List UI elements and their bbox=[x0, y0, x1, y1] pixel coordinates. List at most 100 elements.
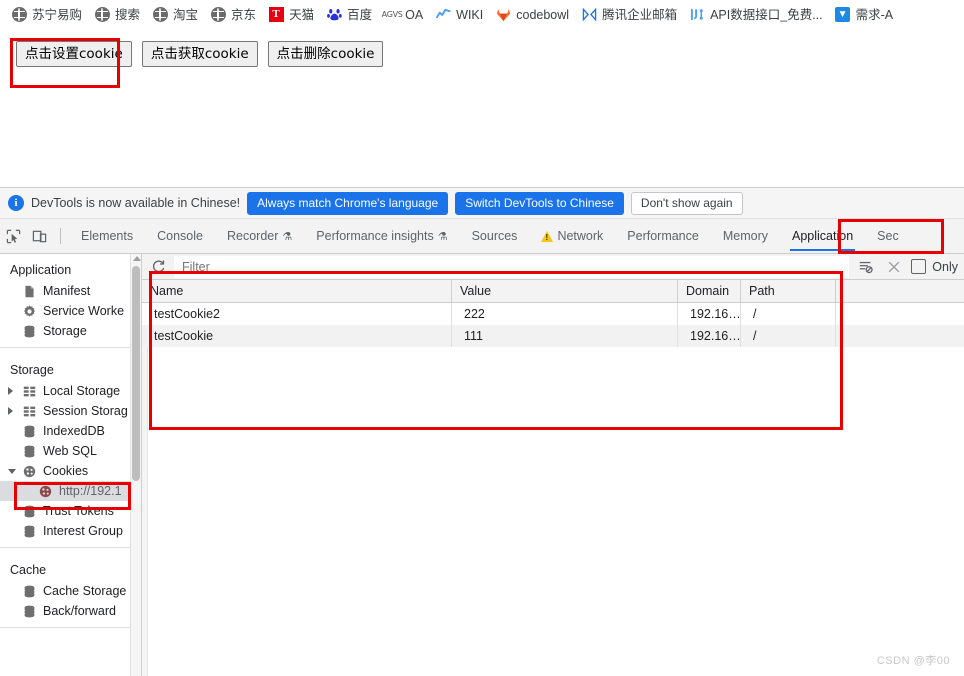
devtools-tab-bar: Elements Console Recorder ⚗ Performance … bbox=[0, 219, 964, 254]
bookmark-search[interactable]: 搜索 bbox=[89, 4, 145, 26]
refresh-icon[interactable] bbox=[148, 257, 168, 277]
sidebar-item-cookie-origin[interactable]: http://192.1 bbox=[0, 481, 141, 501]
column-header-name[interactable]: Name bbox=[142, 280, 452, 302]
chevron-right-icon[interactable] bbox=[8, 407, 13, 415]
devtools-panel: i DevTools is now available in Chinese! … bbox=[0, 187, 964, 676]
tab-application[interactable]: Application bbox=[780, 219, 865, 253]
agvs-icon: AGVS bbox=[381, 9, 403, 19]
sidebar-item-cookies[interactable]: Cookies bbox=[0, 461, 141, 481]
document-icon bbox=[22, 284, 37, 299]
dont-show-again-button[interactable]: Don't show again bbox=[630, 191, 743, 215]
sidebar-item-local-storage[interactable]: Local Storage bbox=[0, 381, 141, 401]
sidebar-item-back-forward-cache[interactable]: Back/forward bbox=[0, 601, 141, 621]
sidebar-item-trust-tokens[interactable]: Trust Tokens bbox=[0, 501, 141, 521]
cookie-icon bbox=[38, 484, 53, 499]
tab-performance-insights[interactable]: Performance insights ⚗ bbox=[304, 219, 459, 253]
bookmark-jd[interactable]: 京东 bbox=[205, 4, 261, 26]
tab-network[interactable]: Network bbox=[529, 219, 615, 253]
bookmark-codebowl[interactable]: codebowl bbox=[490, 4, 574, 26]
globe-icon bbox=[210, 7, 226, 23]
bookmark-tencent-mail[interactable]: 腾讯企业邮箱 bbox=[576, 4, 682, 26]
inspect-cursor-icon[interactable] bbox=[0, 223, 26, 249]
flask-icon: ⚗ bbox=[282, 230, 293, 243]
sidebar-item-label: Storage bbox=[43, 324, 87, 338]
cookie-icon bbox=[22, 464, 37, 479]
sidebar-scrollbar[interactable] bbox=[130, 254, 141, 676]
gear-icon bbox=[22, 304, 37, 319]
column-header-filler bbox=[836, 280, 964, 302]
chevron-right-icon[interactable] bbox=[8, 387, 13, 395]
sidebar-item-label: Cache Storage bbox=[43, 584, 127, 598]
bookmark-taobao[interactable]: 淘宝 bbox=[147, 4, 203, 26]
tab-label: Sources bbox=[471, 229, 518, 243]
column-header-value[interactable]: Value bbox=[452, 280, 678, 302]
bookmark-tmall[interactable]: T 天猫 bbox=[263, 4, 319, 26]
tab-label: Network bbox=[557, 229, 604, 243]
cookies-filter-toolbar: Only bbox=[142, 254, 964, 280]
sidebar-item-label: Service Worke bbox=[43, 304, 125, 318]
sidebar-item-indexeddb[interactable]: IndexedDB bbox=[0, 421, 141, 441]
sidebar-item-web-sql[interactable]: Web SQL bbox=[0, 441, 141, 461]
delete-cookie-button[interactable]: 点击删除cookie bbox=[267, 41, 384, 67]
sidebar-item-label: Back/forward bbox=[43, 604, 116, 618]
sidebar-divider bbox=[0, 627, 141, 628]
sidebar-item-interest-groups[interactable]: Interest Group bbox=[0, 521, 141, 541]
switch-devtools-chinese-button[interactable]: Switch DevTools to Chinese bbox=[455, 191, 624, 215]
tab-memory[interactable]: Memory bbox=[711, 219, 780, 253]
column-header-domain[interactable]: Domain bbox=[678, 280, 741, 302]
device-toolbar-icon[interactable] bbox=[26, 223, 52, 249]
cookies-table: Name Value Domain Path testCookie2 222 1… bbox=[142, 280, 964, 347]
sidebar-item-service-workers[interactable]: Service Worke bbox=[0, 301, 141, 321]
application-sidebar: Application Manifest Service Worke Stora… bbox=[0, 254, 142, 676]
chevron-down-icon[interactable] bbox=[8, 469, 16, 474]
bookmark-suning[interactable]: 苏宁易购 bbox=[6, 4, 87, 26]
sidebar-item-label: Trust Tokens bbox=[43, 504, 114, 518]
tab-performance[interactable]: Performance bbox=[615, 219, 711, 253]
bookmark-label: 京东 bbox=[231, 7, 257, 22]
screenshot-root: 苏宁易购 搜索 淘宝 京东 T 天猫 百度 AGVS OA WIKI codeb… bbox=[0, 0, 964, 676]
scroll-up-arrow-icon[interactable] bbox=[133, 256, 141, 261]
filter-input[interactable] bbox=[174, 255, 850, 278]
tab-security[interactable]: Sec bbox=[865, 219, 911, 253]
toolbar-divider bbox=[60, 228, 61, 244]
bookmark-baidu[interactable]: 百度 bbox=[321, 4, 377, 26]
table-row[interactable]: testCookie2 222 192.16… / bbox=[142, 303, 964, 325]
table-row[interactable]: testCookie 111 192.16… / bbox=[142, 325, 964, 347]
sidebar-item-cache-storage[interactable]: Cache Storage bbox=[0, 581, 141, 601]
sidebar-item-label: IndexedDB bbox=[43, 424, 105, 438]
database-icon bbox=[22, 504, 37, 519]
cell-value: 111 bbox=[452, 325, 678, 347]
tab-recorder[interactable]: Recorder ⚗ bbox=[215, 219, 304, 253]
clear-all-cookies-icon[interactable] bbox=[883, 257, 905, 277]
bookmark-api[interactable]: API数据接口_免费... bbox=[684, 4, 828, 26]
sidebar-divider bbox=[0, 547, 141, 548]
column-header-path[interactable]: Path bbox=[741, 280, 836, 302]
bookmark-oa[interactable]: AGVS OA bbox=[379, 4, 428, 26]
database-icon bbox=[22, 444, 37, 459]
tab-elements[interactable]: Elements bbox=[69, 219, 145, 253]
tab-console[interactable]: Console bbox=[145, 219, 215, 253]
get-cookie-button[interactable]: 点击获取cookie bbox=[141, 41, 258, 67]
sidebar-item-manifest[interactable]: Manifest bbox=[0, 281, 141, 301]
bookmark-demand[interactable]: ▼ 需求-A bbox=[830, 4, 899, 26]
only-show-issues-checkbox[interactable] bbox=[911, 259, 927, 274]
flask-icon: ⚗ bbox=[437, 230, 448, 243]
set-cookie-button[interactable]: 点击设置cookie bbox=[16, 41, 132, 67]
tab-sources[interactable]: Sources bbox=[460, 219, 530, 253]
globe-icon bbox=[11, 7, 27, 23]
application-panel: Application Manifest Service Worke Stora… bbox=[0, 254, 964, 676]
sidebar-divider bbox=[0, 347, 141, 348]
tmall-icon: T bbox=[268, 7, 284, 23]
sidebar-item-storage[interactable]: Storage bbox=[0, 321, 141, 341]
bookmark-label: API数据接口_免费... bbox=[710, 7, 823, 22]
bookmark-wiki[interactable]: WIKI bbox=[430, 4, 488, 26]
sidebar-item-label: Local Storage bbox=[43, 384, 121, 398]
bookmark-label: 淘宝 bbox=[173, 7, 199, 22]
bookmark-label: WIKI bbox=[456, 7, 484, 22]
sidebar-scrollbar-thumb[interactable] bbox=[132, 266, 140, 481]
cell-domain: 192.16… bbox=[678, 325, 741, 347]
clear-filtered-cookies-icon[interactable] bbox=[855, 257, 877, 277]
always-match-language-button[interactable]: Always match Chrome's language bbox=[247, 191, 449, 215]
sidebar-item-session-storage[interactable]: Session Storag bbox=[0, 401, 141, 421]
tab-label: Console bbox=[157, 229, 203, 243]
